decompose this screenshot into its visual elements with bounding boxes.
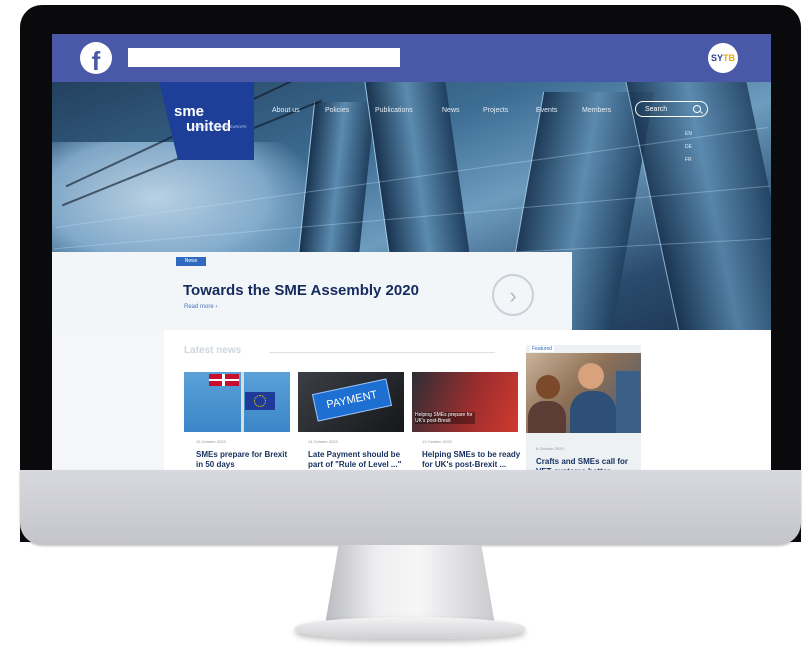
news-card-image-uk[interactable]: Helping SMEs prepare for UK's post-Brexi…: [412, 372, 518, 432]
uk-flag-icon: [209, 374, 239, 386]
next-slide-button[interactable]: ›: [492, 274, 534, 316]
news-card-date: 13 October 2020: [422, 439, 452, 444]
nav-projects[interactable]: Projects: [483, 107, 508, 114]
nav-members[interactable]: Members: [582, 107, 611, 114]
news-card-title[interactable]: Late Payment should be part of "Rule of …: [308, 450, 408, 470]
eu-flag-icon: [245, 392, 275, 410]
monitor-stand: [325, 545, 495, 625]
featured-tag: Featured: [530, 346, 555, 352]
read-more-link[interactable]: Read more ›: [184, 304, 217, 310]
profile-avatar[interactable]: SYTB: [708, 43, 738, 73]
feature-title[interactable]: Towards the SME Assembly 2020: [183, 282, 419, 299]
news-card-title[interactable]: Helping SMEs to be ready for UK's post-B…: [422, 450, 522, 470]
news-card-image-payment[interactable]: PAYMENT: [298, 372, 404, 432]
latest-news-heading: Latest news: [184, 345, 242, 356]
lang-de[interactable]: DE: [685, 144, 692, 150]
featured-title[interactable]: Crafts and SMEs call for VET systems bet…: [536, 457, 634, 470]
nav-policies[interactable]: Policies: [325, 107, 349, 114]
featured-photo[interactable]: [526, 353, 641, 433]
nav-publications[interactable]: Publications: [375, 107, 413, 114]
news-card-date: 14 October 2020: [308, 439, 338, 444]
news-card-title[interactable]: SMEs prepare for Brexit in 50 days: [196, 450, 296, 470]
logo-tagline: CRAFTS & SMEs IN EUROPE: [192, 124, 247, 129]
search-input[interactable]: Search: [635, 101, 708, 117]
facebook-bar: f SYTB: [52, 34, 771, 82]
nav-events[interactable]: Events: [536, 107, 557, 114]
payment-sign: PAYMENT: [311, 378, 393, 422]
monitor-chin: [20, 470, 801, 545]
facebook-logo-icon[interactable]: f: [80, 42, 112, 74]
chevron-right-icon: ›: [509, 283, 517, 308]
avatar-text: SY: [710, 53, 723, 63]
monitor-base: [295, 617, 525, 639]
search-placeholder: Search: [645, 106, 668, 113]
address-field[interactable]: [128, 48, 400, 67]
image-caption: Helping SMEs prepare for UK's post-Brexi…: [415, 412, 475, 424]
featured-date: 8 October 2020: [536, 446, 564, 451]
site-logo[interactable]: sme united: [174, 104, 231, 134]
lang-fr[interactable]: FR: [685, 157, 692, 163]
news-card-date: 15 October 2020: [196, 439, 226, 444]
feature-tag: News: [176, 257, 206, 266]
screen: f SYTB sme united CRAFTS & SMEs IN EUROP…: [52, 34, 771, 470]
divider: [269, 352, 495, 353]
search-icon[interactable]: [693, 105, 701, 113]
news-card-image-brexit[interactable]: [184, 372, 290, 432]
avatar-accent: TB: [723, 53, 735, 63]
nav-news[interactable]: News: [442, 107, 460, 114]
nav-about-us[interactable]: About us: [272, 107, 300, 114]
lang-en[interactable]: EN: [685, 131, 692, 137]
